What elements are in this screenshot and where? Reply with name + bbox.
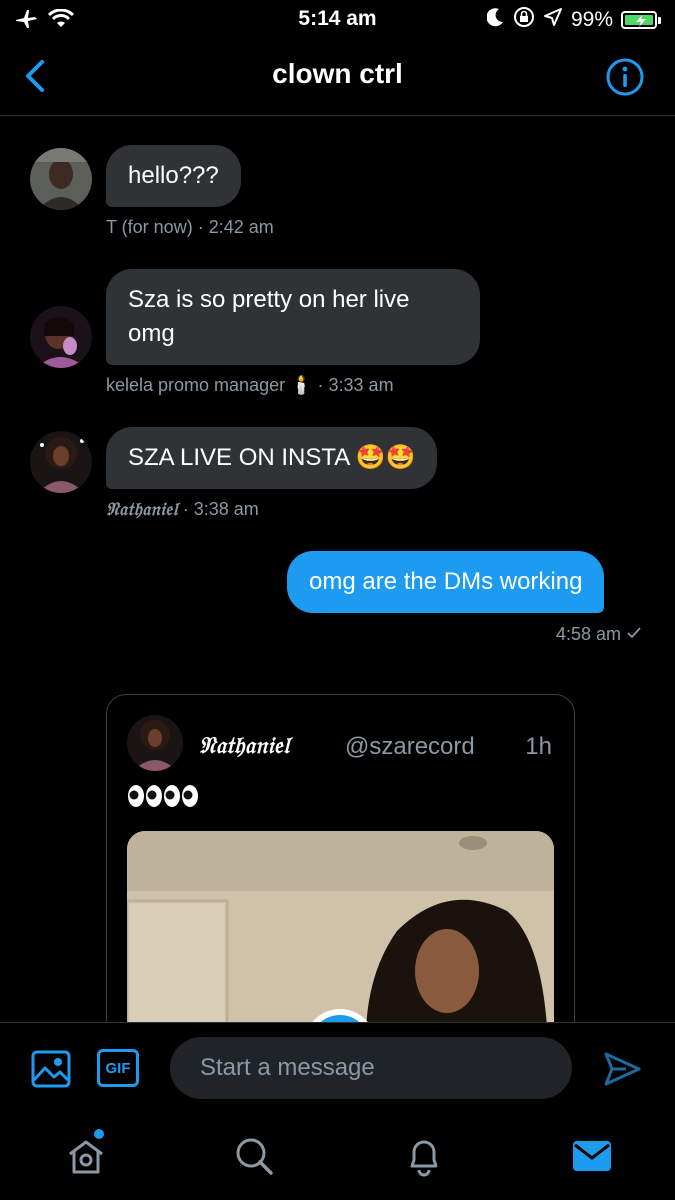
tweet-text bbox=[127, 783, 199, 809]
location-icon bbox=[543, 7, 563, 33]
message-text-line: Sza is so pretty on her live bbox=[128, 286, 410, 313]
tweet-handle[interactable]: @szarecord bbox=[345, 733, 475, 761]
search-icon[interactable] bbox=[232, 1134, 276, 1178]
sender-name: T (for now) bbox=[106, 217, 193, 237]
message-text: SZA LIVE ON INSTA 🤩🤩 bbox=[128, 444, 416, 471]
avatar[interactable] bbox=[30, 148, 92, 210]
bell-icon[interactable] bbox=[402, 1134, 446, 1178]
conversation-title: clown ctrl bbox=[272, 58, 403, 89]
sent-check-icon bbox=[626, 624, 642, 644]
message-time: · 3:33 am bbox=[317, 375, 394, 395]
message-bubble-incoming[interactable]: Sza is so pretty on her live omg bbox=[106, 269, 480, 365]
message-bubble-outgoing[interactable]: omg are the DMs working bbox=[287, 551, 605, 613]
message-time: · 2:42 am bbox=[197, 217, 274, 237]
tweet-author-name[interactable]: 𝔑𝔞𝔱𝔥𝔞𝔫𝔦𝔢𝔩 bbox=[199, 732, 289, 759]
message-bubble-incoming[interactable]: SZA LIVE ON INSTA 🤩🤩 bbox=[106, 427, 438, 489]
bottom-tab-bar bbox=[0, 1114, 675, 1200]
avatar[interactable] bbox=[30, 306, 92, 368]
image-icon[interactable] bbox=[30, 1049, 72, 1089]
home-icon[interactable] bbox=[64, 1134, 108, 1178]
message-text: hello??? bbox=[128, 162, 219, 189]
message-text-line: omg bbox=[128, 320, 175, 347]
moon-icon bbox=[486, 7, 505, 33]
message-bubble-incoming[interactable]: hello??? bbox=[106, 145, 241, 207]
avatar[interactable] bbox=[30, 431, 92, 493]
avatar[interactable] bbox=[127, 715, 183, 771]
eyes-emoji-icon bbox=[128, 785, 198, 807]
sender-name: kelela promo manager 🕯️ bbox=[106, 375, 313, 395]
message-text: omg are the DMs working bbox=[309, 568, 583, 595]
gif-button[interactable]: GIF bbox=[97, 1049, 139, 1087]
message-input[interactable] bbox=[170, 1037, 572, 1099]
conversation-header: clown ctrl bbox=[0, 38, 675, 116]
message-meta: kelela promo manager 🕯️ · 3:33 am bbox=[106, 375, 394, 396]
message-time: · 3:38 am bbox=[182, 499, 259, 519]
message-meta: 𝔑𝔞𝔱𝔥𝔞𝔫𝔦𝔢𝔩 · 3:38 am bbox=[106, 499, 259, 520]
tweet-time: 1h bbox=[525, 733, 552, 760]
battery-percent: 99% bbox=[570, 8, 613, 31]
status-bar: 5:14 am 99% bbox=[0, 0, 675, 38]
info-icon[interactable] bbox=[605, 57, 645, 97]
orientation-lock-icon bbox=[513, 6, 535, 34]
send-icon[interactable] bbox=[602, 1049, 642, 1089]
message-meta: T (for now) · 2:42 am bbox=[106, 217, 274, 238]
message-composer: GIF bbox=[0, 1022, 675, 1114]
message-time: 4:58 am bbox=[555, 624, 621, 644]
sender-name: 𝔑𝔞𝔱𝔥𝔞𝔫𝔦𝔢𝔩 bbox=[106, 499, 178, 520]
battery-charging-icon bbox=[621, 11, 661, 29]
home-notification-dot bbox=[94, 1129, 104, 1139]
message-meta: 4:58 am bbox=[556, 624, 642, 645]
mail-icon[interactable] bbox=[570, 1134, 614, 1178]
